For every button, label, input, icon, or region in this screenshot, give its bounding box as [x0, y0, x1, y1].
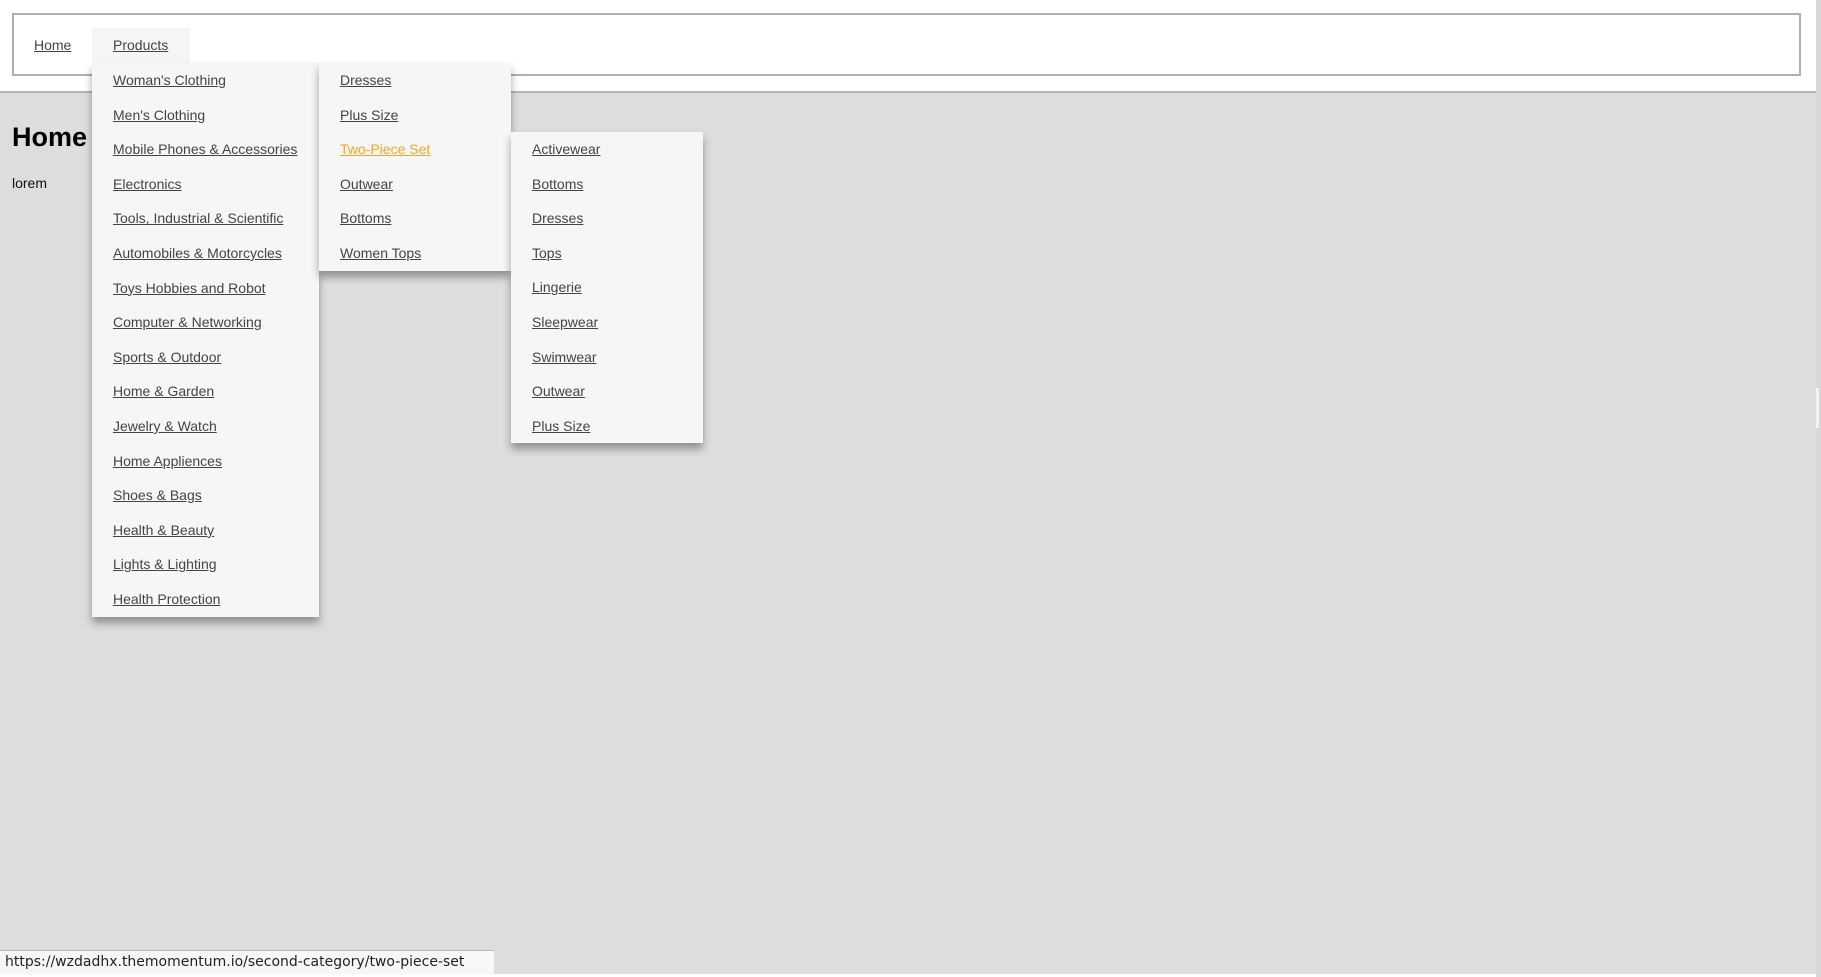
- menu-item: Home & Garden: [92, 374, 319, 409]
- page-title: Home: [12, 122, 88, 152]
- menu-item: Bottoms: [511, 167, 703, 202]
- third-level-link[interactable]: Lingerie: [532, 279, 582, 295]
- page-text: lorem: [12, 175, 48, 191]
- menu-item: Tops: [511, 236, 703, 271]
- categories-menu: Woman's Clothing Men's Clothing Mobile P…: [92, 63, 319, 617]
- menu-item: Lingerie: [511, 270, 703, 305]
- menu-item: Activewear: [511, 132, 703, 167]
- category-link[interactable]: Woman's Clothing: [113, 72, 226, 88]
- menu-item: Tools, Industrial & Scientific: [92, 201, 319, 236]
- scrollbar-thumb[interactable]: [1816, 388, 1819, 428]
- menu-item: Plus Size: [511, 409, 703, 444]
- menu-item: Jewelry & Watch: [92, 409, 319, 444]
- subcategory-link[interactable]: Plus Size: [340, 107, 398, 123]
- third-level-link[interactable]: Activewear: [532, 141, 600, 157]
- menu-item: Mobile Phones & Accessories: [92, 132, 319, 167]
- link-preview-status-bar: https://wzdadhx.themomentum.io/second-ca…: [0, 950, 494, 974]
- menu-item: Shoes & Bags: [92, 478, 319, 513]
- menu-item: Outwear: [511, 374, 703, 409]
- womens-subcategory-menu: Dresses Plus Size Two-Piece Set Outwear …: [319, 63, 511, 271]
- menu-item: Lights & Lighting: [92, 547, 319, 582]
- menu-item: Dresses: [511, 201, 703, 236]
- category-link[interactable]: Health Protection: [113, 591, 220, 607]
- category-link[interactable]: Lights & Lighting: [113, 556, 217, 572]
- third-level-link[interactable]: Plus Size: [532, 418, 590, 434]
- category-link[interactable]: Tools, Industrial & Scientific: [113, 210, 283, 226]
- menu-item: Woman's Clothing: [92, 63, 319, 98]
- menu-item: Automobiles & Motorcycles: [92, 236, 319, 271]
- category-link[interactable]: Health & Beauty: [113, 522, 214, 538]
- third-level-link[interactable]: Outwear: [532, 383, 585, 399]
- menu-item: Plus Size: [319, 98, 511, 133]
- category-link[interactable]: Electronics: [113, 176, 181, 192]
- menu-item: Swimwear: [511, 340, 703, 375]
- category-link[interactable]: Sports & Outdoor: [113, 349, 221, 365]
- third-level-link[interactable]: Sleepwear: [532, 314, 598, 330]
- category-link[interactable]: Men's Clothing: [113, 107, 205, 123]
- menu-item: Toys Hobbies and Robot: [92, 271, 319, 306]
- menu-item: Outwear: [319, 167, 511, 202]
- subcategory-link[interactable]: Bottoms: [340, 210, 391, 226]
- nav-products-link[interactable]: Products: [92, 28, 190, 63]
- category-link[interactable]: Mobile Phones & Accessories: [113, 141, 297, 157]
- menu-item: Sports & Outdoor: [92, 340, 319, 375]
- menu-item: Dresses: [319, 63, 511, 98]
- menu-item: Health & Beauty: [92, 513, 319, 548]
- menu-item: Two-Piece Set: [319, 132, 511, 167]
- menu-item: Men's Clothing: [92, 98, 319, 133]
- category-link[interactable]: Home Appliences: [113, 453, 222, 469]
- category-link[interactable]: Jewelry & Watch: [113, 418, 217, 434]
- subcategory-link[interactable]: Women Tops: [340, 245, 421, 261]
- menu-item: Women Tops: [319, 236, 511, 271]
- category-link[interactable]: Computer & Networking: [113, 314, 262, 330]
- menu-item: Electronics: [92, 167, 319, 202]
- subcategory-link[interactable]: Dresses: [340, 72, 391, 88]
- vertical-scrollbar[interactable]: [1816, 0, 1821, 977]
- subcategory-link[interactable]: Outwear: [340, 176, 393, 192]
- category-link[interactable]: Toys Hobbies and Robot: [113, 280, 266, 296]
- menu-item: Computer & Networking: [92, 305, 319, 340]
- third-level-link[interactable]: Bottoms: [532, 176, 583, 192]
- third-level-link[interactable]: Dresses: [532, 210, 583, 226]
- category-link[interactable]: Shoes & Bags: [113, 487, 202, 503]
- third-level-link[interactable]: Swimwear: [532, 349, 597, 365]
- page-body: Home Products Home lorem Woman's Clothin…: [0, 0, 1816, 974]
- menu-item: Home Appliences: [92, 444, 319, 479]
- menu-item: Sleepwear: [511, 305, 703, 340]
- category-link[interactable]: Automobiles & Motorcycles: [113, 245, 282, 261]
- subcategory-link-active[interactable]: Two-Piece Set: [340, 141, 430, 157]
- third-level-link[interactable]: Tops: [532, 245, 562, 261]
- menu-item: Bottoms: [319, 201, 511, 236]
- two-piece-subcategory-menu: Activewear Bottoms Dresses Tops Lingerie…: [511, 132, 703, 444]
- nav-home-link[interactable]: Home: [34, 28, 71, 63]
- category-link[interactable]: Home & Garden: [113, 383, 214, 399]
- menu-item: Health Protection: [92, 582, 319, 617]
